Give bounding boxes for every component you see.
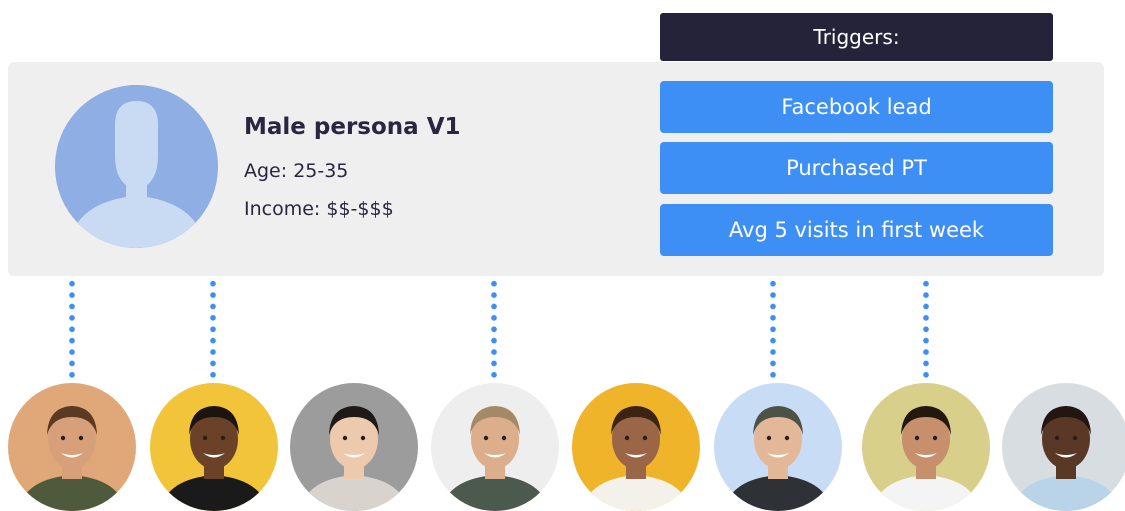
person-photo-icon [150,383,278,511]
person-photo-icon [714,383,842,511]
persona-avatar-icon [55,85,218,248]
persona-name: Male persona V1 [244,114,461,140]
person-photo-icon [290,383,418,511]
person-photo-icon [1002,383,1125,511]
person-avatar-1 [8,383,136,511]
connector-line [491,278,497,380]
person-avatar-5 [572,383,700,511]
person-photo-icon [431,383,559,511]
person-photo-icon [862,383,990,511]
person-avatar-7 [862,383,990,511]
trigger-purchased-pt[interactable]: Purchased PT [660,142,1053,194]
triggers-header: Triggers: [660,13,1053,61]
person-avatar-4 [431,383,559,511]
connector-line [923,278,929,380]
trigger-facebook-lead[interactable]: Facebook lead [660,81,1053,133]
person-avatar-8 [1002,383,1125,511]
connector-line [210,278,216,380]
connector-line [770,278,776,380]
connector-line [69,278,75,380]
persona-income: Income: $$-$$$ [244,198,394,220]
person-avatar-6 [714,383,842,511]
person-avatar-2 [150,383,278,511]
person-photo-icon [8,383,136,511]
person-photo-icon [572,383,700,511]
persona-age: Age: 25-35 [244,160,349,182]
person-avatar-3 [290,383,418,511]
trigger-avg-visits[interactable]: Avg 5 visits in first week [660,204,1053,256]
